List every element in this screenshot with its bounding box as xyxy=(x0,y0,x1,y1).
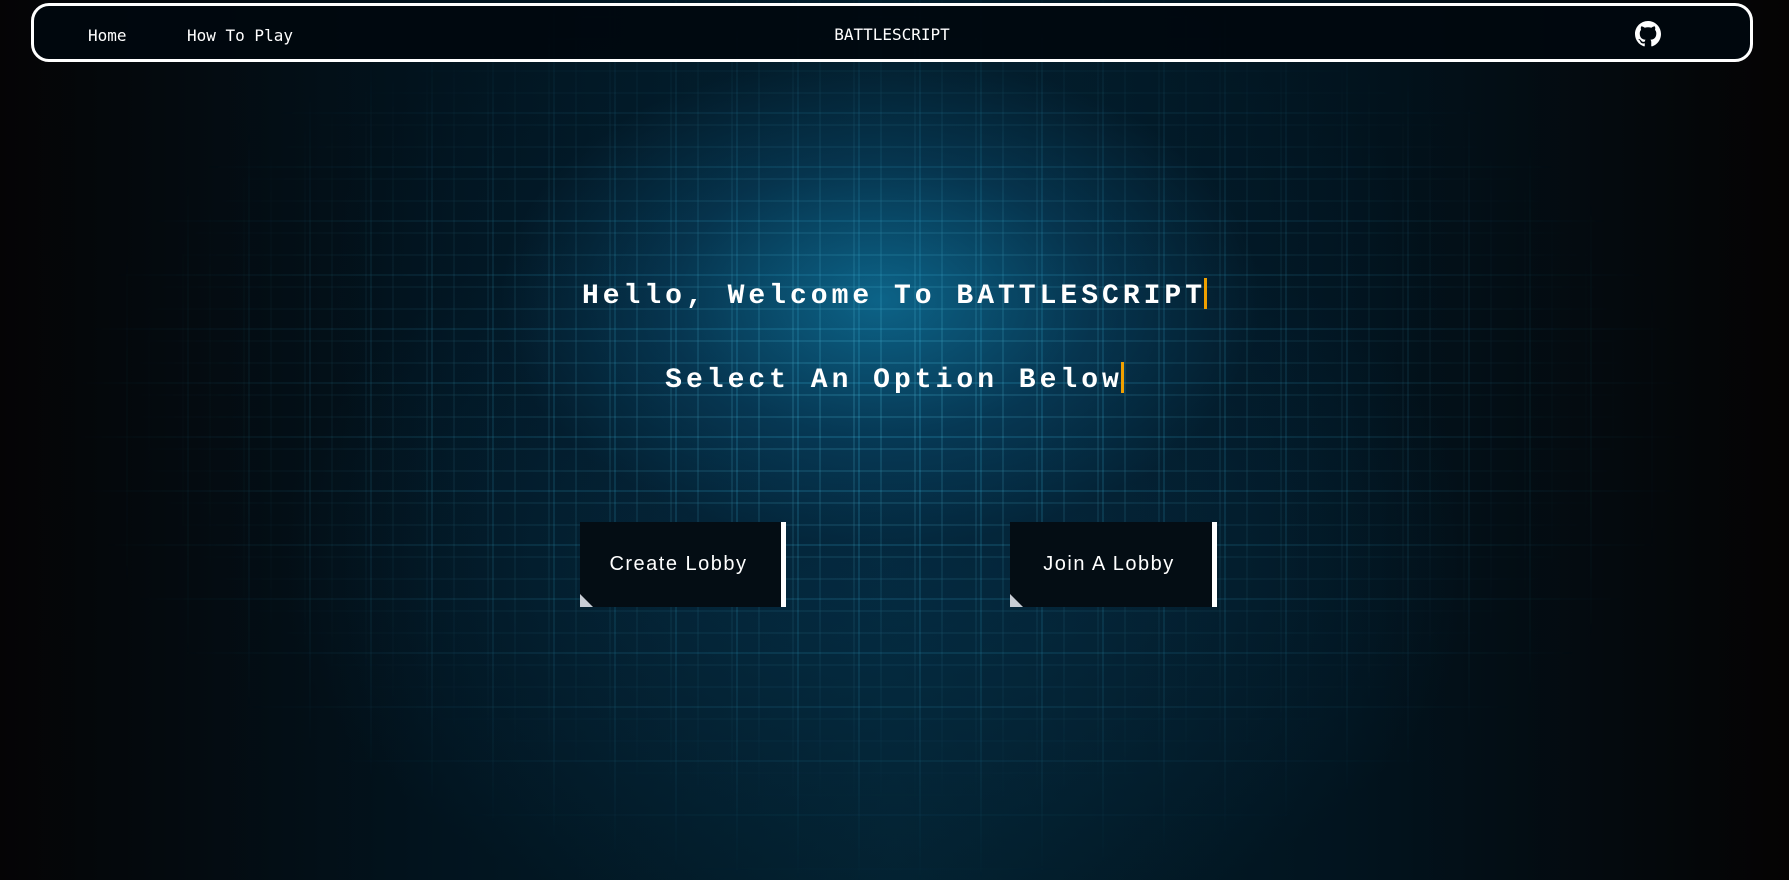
corner-notch xyxy=(1010,594,1023,607)
navbar: Home How To Play BATTLESCRIPT xyxy=(31,3,1753,62)
corner-notch xyxy=(580,594,593,607)
join-lobby-label: Join A Lobby xyxy=(1043,553,1175,575)
create-lobby-label: Create Lobby xyxy=(609,553,748,575)
typing-caret xyxy=(1204,278,1208,309)
site-title: BATTLESCRIPT xyxy=(834,25,950,44)
github-icon[interactable] xyxy=(1635,21,1661,47)
github-icon-glyph xyxy=(1635,21,1661,47)
typing-caret xyxy=(1120,362,1124,393)
create-lobby-button[interactable]: Create Lobby xyxy=(580,522,786,607)
join-lobby-button[interactable]: Join A Lobby xyxy=(1010,522,1217,607)
prompt-text: Select An Option Below xyxy=(665,365,1123,396)
background-grid-boxes xyxy=(0,0,1789,880)
welcome-heading: Hello, Welcome To BATTLESCRIPT xyxy=(0,278,1789,312)
welcome-text: Hello, Welcome To BATTLESCRIPT xyxy=(581,281,1207,312)
select-option-heading: Select An Option Below xyxy=(0,362,1789,396)
